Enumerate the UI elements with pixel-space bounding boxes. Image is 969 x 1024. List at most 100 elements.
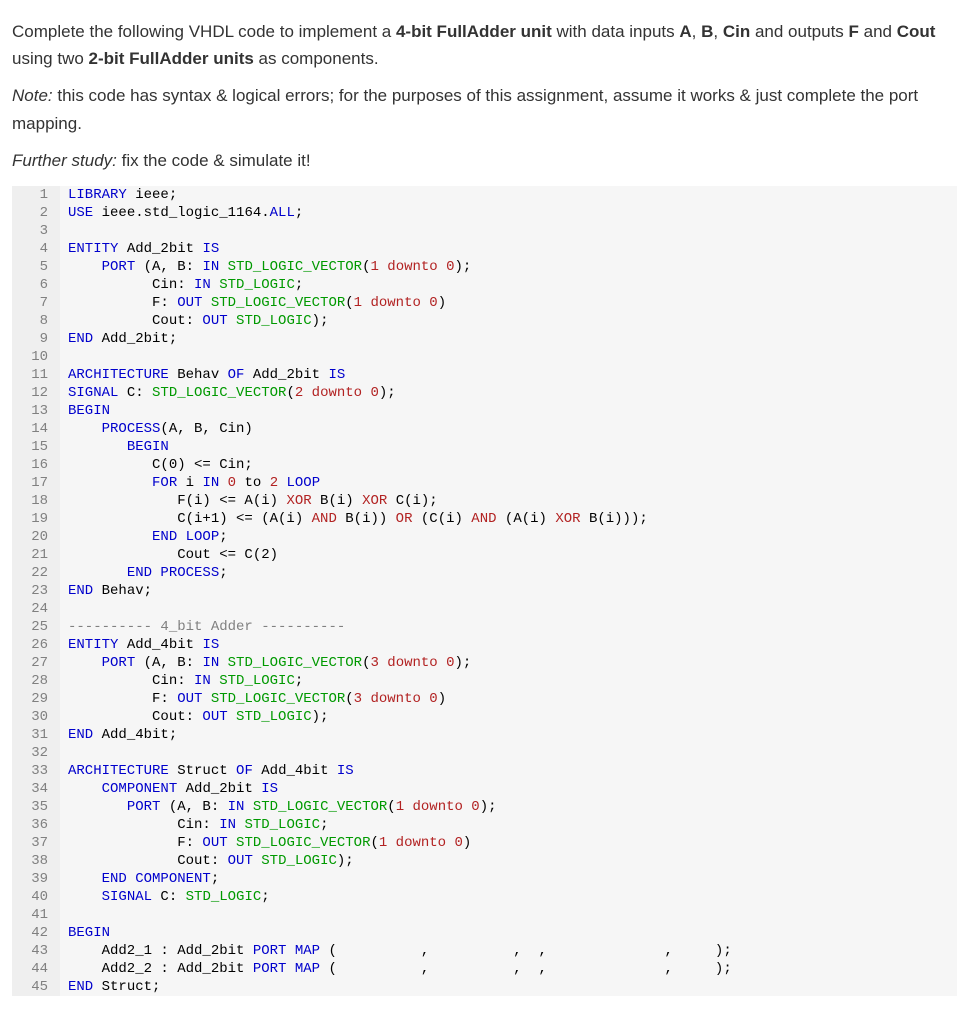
code-content: END LOOP; [60, 528, 228, 546]
line-number: 41 [12, 906, 60, 924]
line-number: 21 [12, 546, 60, 564]
line-number: 18 [12, 492, 60, 510]
line-number: 34 [12, 780, 60, 798]
code-line: 23END Behav; [12, 582, 957, 600]
token-ident: Struct [169, 763, 236, 779]
code-line: 15 BEGIN [12, 438, 957, 456]
token-kw: END PROCESS [127, 565, 219, 581]
line-number: 27 [12, 654, 60, 672]
bold: A [679, 22, 691, 41]
code-line: 21 Cout <= C(2) [12, 546, 957, 564]
token-kw: PORT [102, 655, 136, 671]
code-line: 7 F: OUT STD_LOGIC_VECTOR(1 downto 0) [12, 294, 957, 312]
token-punct: ; [295, 673, 303, 689]
page: Complete the following VHDL code to impl… [0, 0, 969, 1016]
code-line: 45END Struct; [12, 978, 957, 996]
token-ident: ( , , , , ); [320, 943, 732, 959]
line-number: 3 [12, 222, 60, 240]
token-type: STD_LOGIC [261, 853, 337, 869]
code-content: BEGIN [60, 402, 110, 420]
token-ident: C(i+1) <= (A(i) [68, 511, 312, 527]
token-ident: Behav; [93, 583, 152, 599]
token-num: 1 downto 0 [379, 835, 463, 851]
token-type: STD_LOGIC_VECTOR [152, 385, 286, 401]
code-line: 20 END LOOP; [12, 528, 957, 546]
bold: F [849, 22, 859, 41]
token-kw: IS [202, 241, 219, 257]
token-kw: PORT [102, 259, 136, 275]
line-number: 36 [12, 816, 60, 834]
token-ident [68, 421, 102, 437]
token-ident: Add_2bit [244, 367, 328, 383]
token-kw: IS [337, 763, 354, 779]
token-ident: (C(i) [412, 511, 471, 527]
line-number: 19 [12, 510, 60, 528]
token-kw: OF [228, 367, 245, 383]
line-number: 43 [12, 942, 60, 960]
token-ident: (A, B, Cin) [160, 421, 252, 437]
token-kw: OUT [202, 835, 227, 851]
token-ident: B(i)) [337, 511, 396, 527]
code-content: PORT (A, B: IN STD_LOGIC_VECTOR(3 downto… [60, 654, 471, 672]
code-line: 16 C(0) <= Cin; [12, 456, 957, 474]
token-punct: ) [438, 295, 446, 311]
code-line: 1LIBRARY ieee; [12, 186, 957, 204]
code-content: USE ieee.std_logic_1164.ALL; [60, 204, 303, 222]
token-ident: B(i) [312, 493, 362, 509]
code-line: 39 END COMPONENT; [12, 870, 957, 888]
code-content: SIGNAL C: STD_LOGIC; [60, 888, 270, 906]
code-content: BEGIN [60, 438, 169, 456]
code-line: 9END Add_2bit; [12, 330, 957, 348]
token-ident: (A, B: [160, 799, 227, 815]
token-type: STD_LOGIC_VECTOR [211, 691, 345, 707]
token-ident [68, 871, 102, 887]
token-kw: BEGIN [127, 439, 169, 455]
token-num: 2 downto 0 [295, 385, 379, 401]
token-ident: Cout: [68, 313, 202, 329]
token-ident: Cout: [68, 853, 228, 869]
token-punct: ); [337, 853, 354, 869]
code-content: COMPONENT Add_2bit IS [60, 780, 278, 798]
token-punct: ; [219, 565, 227, 581]
token-ident: F: [68, 835, 202, 851]
token-punct: ); [480, 799, 497, 815]
token-ident [278, 475, 286, 491]
line-number: 25 [12, 618, 60, 636]
bold: 2-bit FullAdder units [89, 49, 254, 68]
token-op: OR [396, 511, 413, 527]
code-content: Add2_2 : Add_2bit PORT MAP ( , , , , ); [60, 960, 732, 978]
code-line: 14 PROCESS(A, B, Cin) [12, 420, 957, 438]
token-type: STD_LOGIC [219, 673, 295, 689]
code-content: LIBRARY ieee; [60, 186, 177, 204]
token-num: 3 downto 0 [370, 655, 454, 671]
token-ident [68, 259, 102, 275]
token-ident: ieee; [127, 187, 177, 203]
code-content: C(0) <= Cin; [60, 456, 253, 474]
code-line: 28 Cin: IN STD_LOGIC; [12, 672, 957, 690]
code-line: 38 Cout: OUT STD_LOGIC); [12, 852, 957, 870]
line-number: 22 [12, 564, 60, 582]
code-line: 18 F(i) <= A(i) XOR B(i) XOR C(i); [12, 492, 957, 510]
token-num: 0 [228, 475, 236, 491]
text: using two [12, 49, 89, 68]
token-kw: IN [194, 277, 211, 293]
token-kw: OUT [177, 295, 202, 311]
token-cmt: ---------- 4_bit Adder ---------- [68, 619, 345, 635]
token-ident [202, 295, 210, 311]
line-number: 35 [12, 798, 60, 816]
token-ident [202, 691, 210, 707]
code-content: PROCESS(A, B, Cin) [60, 420, 253, 438]
code-line: 25 ---------- 4_bit Adder ---------- [12, 618, 957, 636]
token-ident: Add_4bit [253, 763, 337, 779]
token-op: XOR [555, 511, 580, 527]
code-content: Cout: OUT STD_LOGIC); [60, 852, 354, 870]
token-punct: ; [219, 529, 227, 545]
code-content: F: OUT STD_LOGIC_VECTOR(1 downto 0) [60, 294, 446, 312]
token-type: STD_LOGIC_VECTOR [228, 655, 362, 671]
token-kw: END [68, 331, 93, 347]
line-number: 30 [12, 708, 60, 726]
text: and outputs [750, 22, 848, 41]
line-number: 32 [12, 744, 60, 762]
token-ident [228, 709, 236, 725]
line-number: 14 [12, 420, 60, 438]
